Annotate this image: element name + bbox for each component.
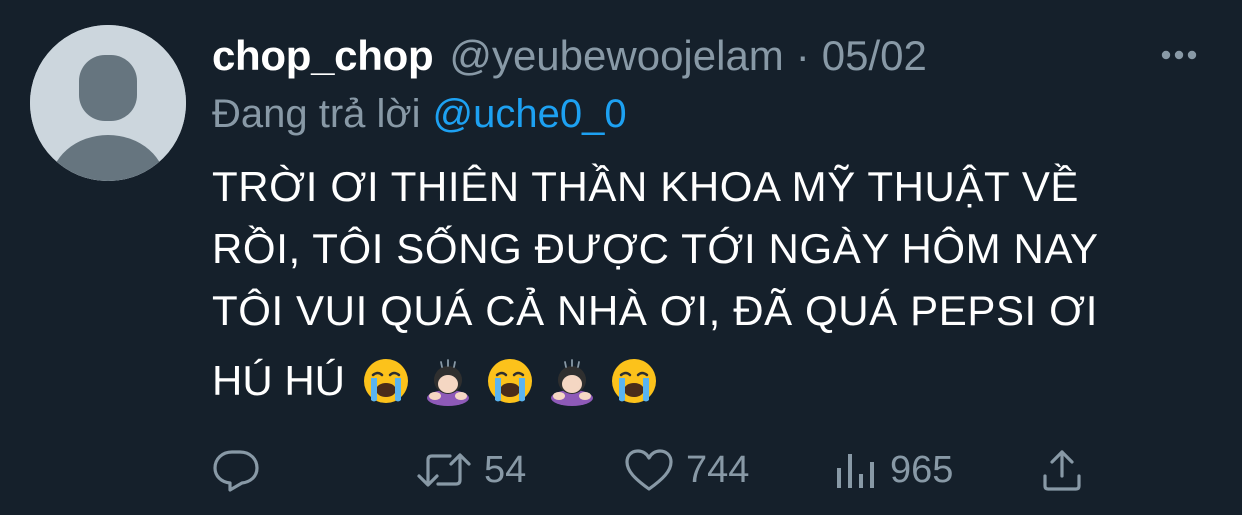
retweet-count: 54: [484, 448, 527, 491]
separator-dot: ·: [795, 32, 810, 79]
tweet-text-line: TRỜI ƠI THIÊN THẦN KHOA MỸ THUẬT VỀ: [212, 163, 1080, 210]
bowing-woman-emoji: [423, 356, 473, 406]
reply-button[interactable]: [212, 444, 260, 496]
tweet-text-line: HÚ HÚ: [212, 357, 345, 404]
avatar[interactable]: [30, 25, 186, 181]
more-options-icon[interactable]: [1158, 40, 1200, 70]
display-name[interactable]: chop_chop: [212, 28, 434, 84]
share-icon: [1043, 450, 1081, 491]
tweet-date[interactable]: 05/02: [822, 28, 927, 84]
default-profile-icon: [30, 25, 186, 181]
replying-to: Đang trả lời @uche0_0: [212, 88, 627, 140]
user-handle[interactable]: @yeubewoojelam: [449, 28, 783, 84]
reply-prefix: Đang trả lời: [212, 92, 421, 136]
share-button[interactable]: [1040, 444, 1084, 496]
heart-icon: [625, 449, 673, 491]
crying-face-emoji: [485, 356, 535, 406]
tweet-header: chop_chop @yeubewoojelam · 05/02: [212, 28, 927, 84]
retweet-button[interactable]: 54: [416, 444, 526, 496]
views-button[interactable]: 965: [834, 444, 953, 496]
reply-icon: [213, 450, 259, 492]
reply-target-link[interactable]: @uche0_0: [433, 92, 627, 136]
bowing-woman-emoji: [547, 356, 597, 406]
crying-face-emoji: [609, 356, 659, 406]
tweet-text-line: TÔI VUI QUÁ CẢ NHÀ ƠI, ĐÃ QUÁ PEPSI ƠI: [212, 287, 1098, 334]
crying-face-emoji: [361, 356, 411, 406]
analytics-icon: [837, 454, 874, 488]
tweet-text: TRỜI ƠI THIÊN THẦN KHOA MỸ THUẬT VỀ RỒI,…: [212, 156, 1212, 412]
retweet-icon: [417, 453, 471, 487]
tweet-text-line: RỒI, TÔI SỐNG ĐƯỢC TỚI NGÀY HÔM NAY: [212, 225, 1099, 272]
like-count: 744: [686, 448, 750, 491]
views-count: 965: [890, 448, 954, 491]
tweet-text-line-emoji: HÚ HÚ: [212, 350, 1212, 412]
like-button[interactable]: 744: [624, 444, 749, 496]
